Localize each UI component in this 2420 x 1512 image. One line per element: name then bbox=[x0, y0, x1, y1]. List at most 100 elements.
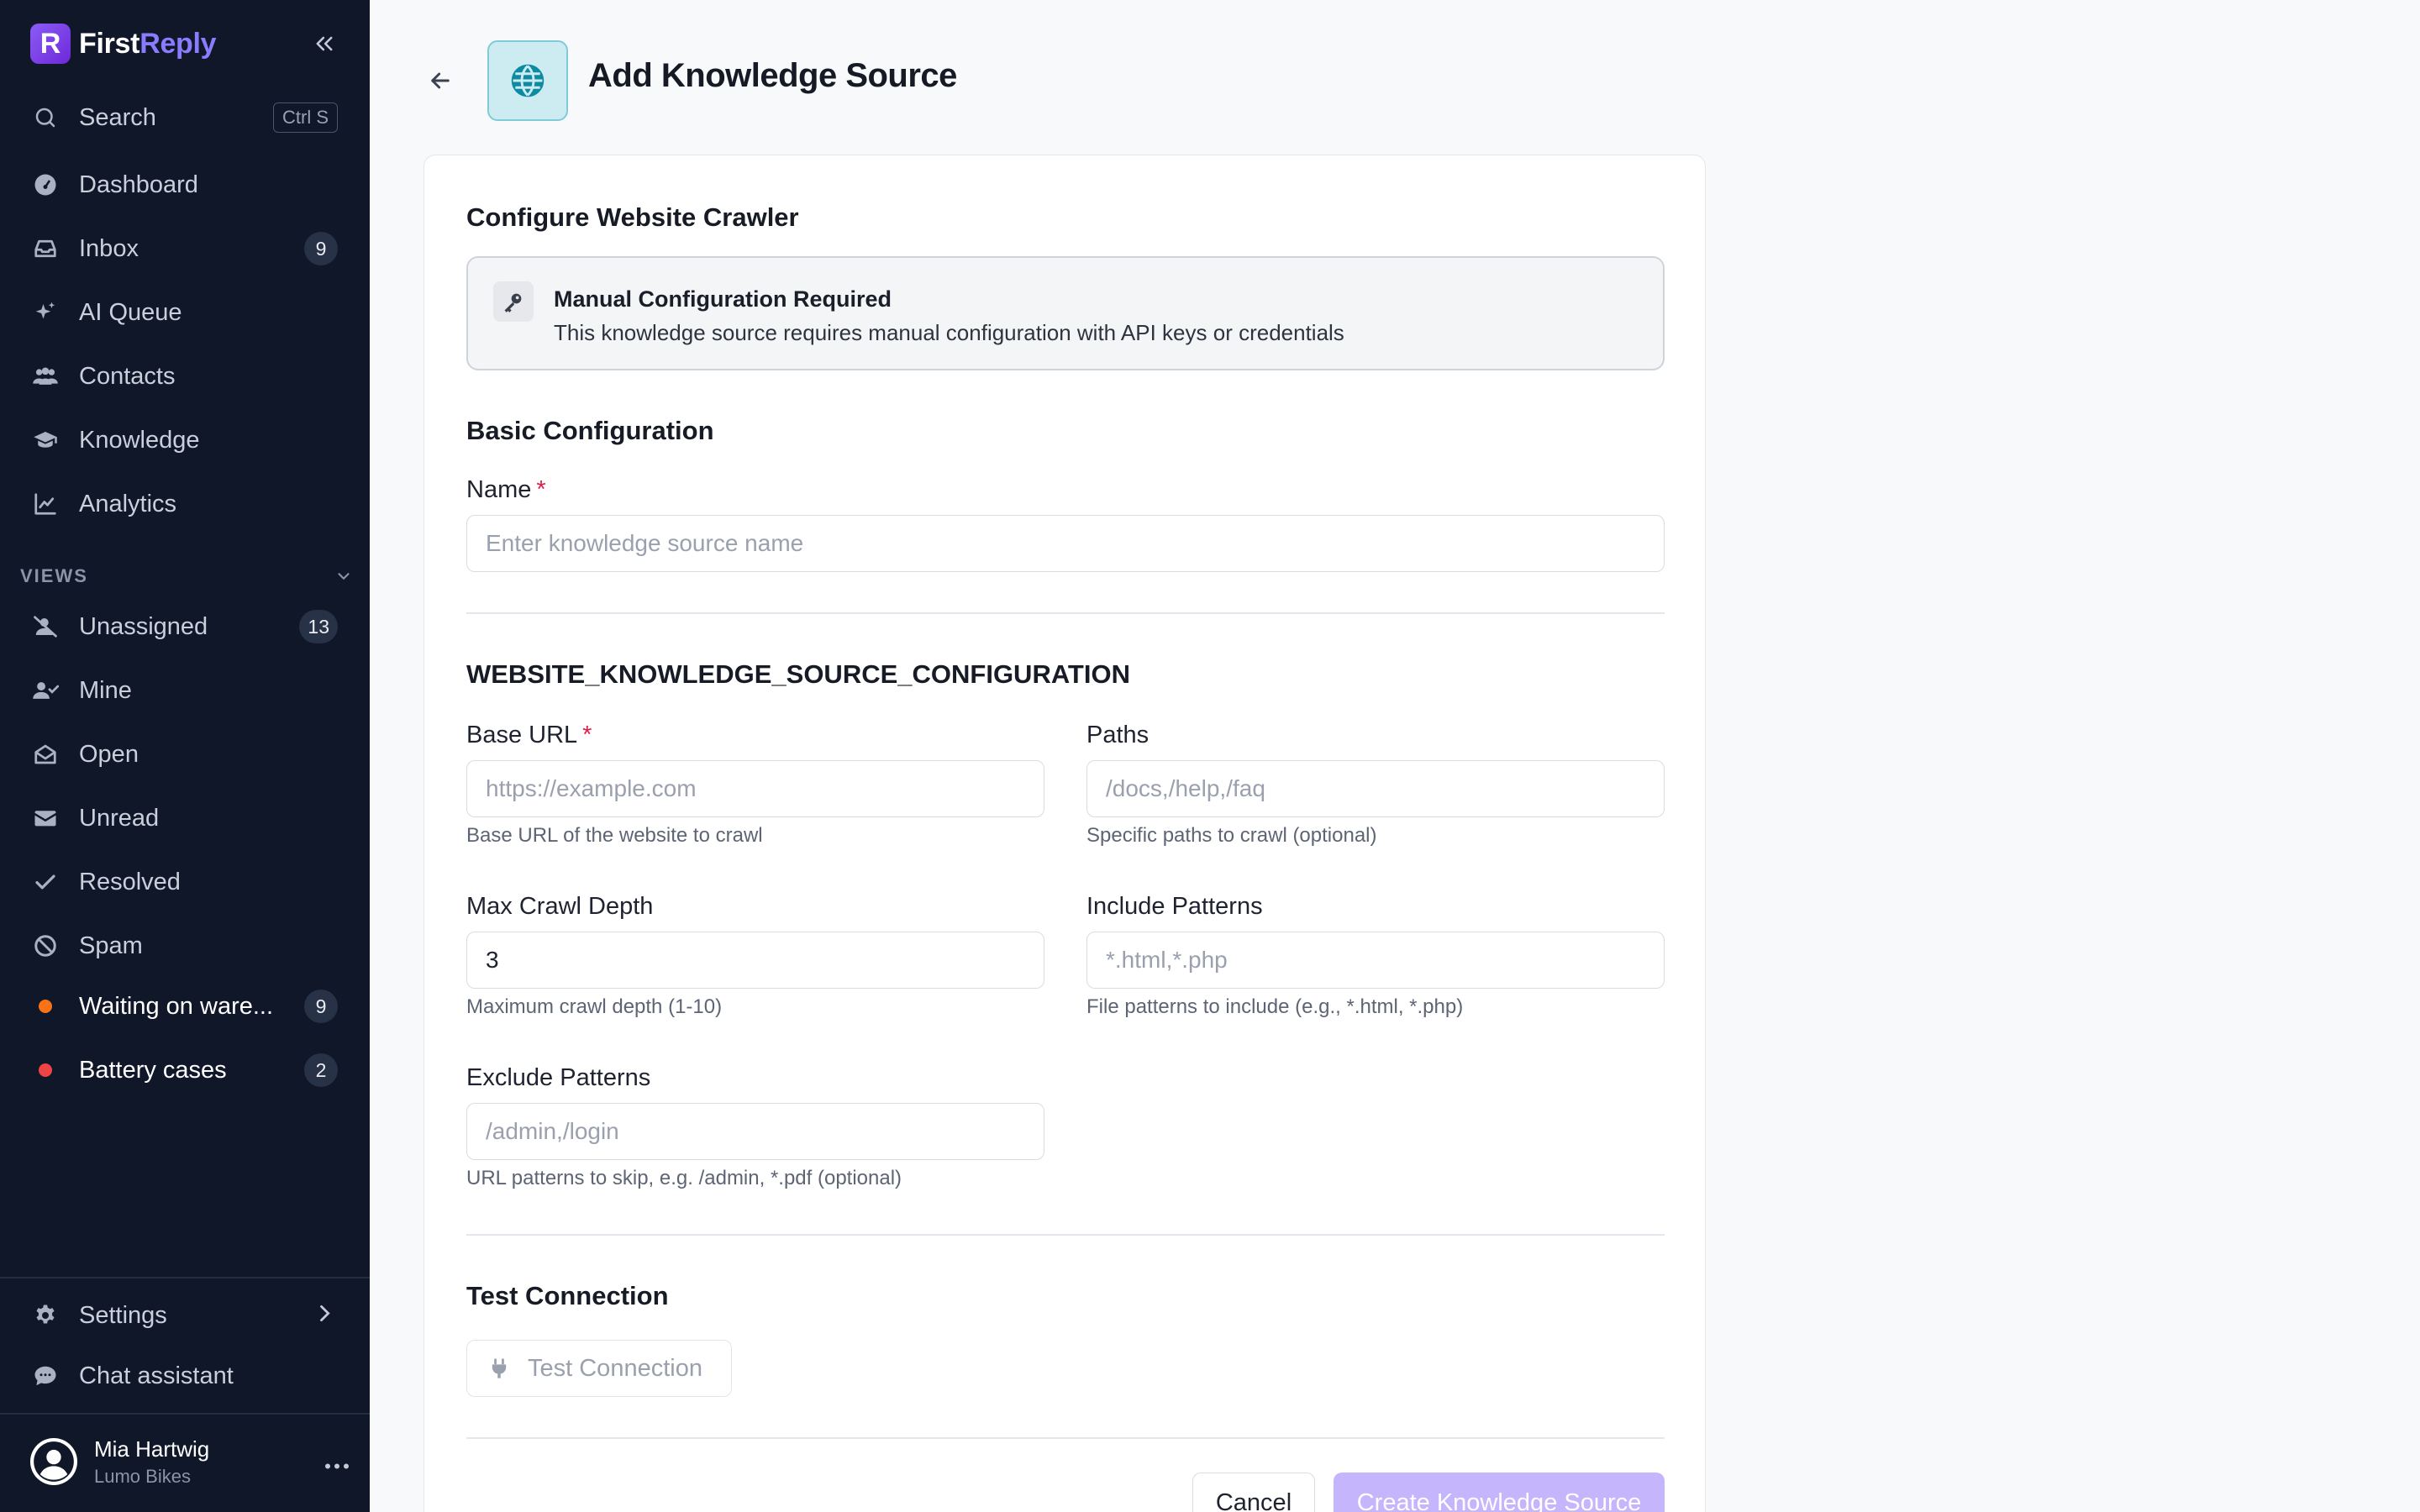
collapse-sidebar-button[interactable] bbox=[306, 25, 343, 62]
sidebar-item-knowledge[interactable]: Knowledge bbox=[17, 413, 353, 467]
sidebar-item-label: Unread bbox=[79, 804, 160, 832]
max-depth-help: Maximum crawl depth (1-10) bbox=[466, 995, 723, 1018]
exclude-patterns-help: URL patterns to skip, e.g. /admin, *.pdf… bbox=[466, 1167, 902, 1189]
paths-input[interactable] bbox=[1086, 760, 1665, 817]
include-patterns-help: File patterns to include (e.g., *.html, … bbox=[1086, 995, 1464, 1018]
brand-mark: R bbox=[30, 24, 71, 64]
chart-line-icon bbox=[30, 489, 60, 519]
brand-name-second: Reply bbox=[139, 27, 217, 60]
sidebar-item-label: Dashboard bbox=[79, 171, 198, 198]
sidebar-item-label: Open bbox=[79, 740, 139, 768]
sidebar-item-inbox[interactable]: Inbox 9 bbox=[17, 222, 353, 276]
sidebar-divider bbox=[0, 1277, 370, 1278]
sidebar-divider bbox=[0, 1413, 370, 1415]
user-profile[interactable]: Mia Hartwig Lumo Bikes bbox=[30, 1435, 350, 1488]
user-org: Lumo Bikes bbox=[94, 1465, 191, 1487]
section-divider bbox=[466, 1234, 1665, 1236]
sidebar-item-analytics[interactable]: Analytics bbox=[17, 477, 353, 531]
sidebar-item-spam[interactable]: Spam bbox=[17, 919, 353, 973]
source-type-badge bbox=[487, 40, 568, 121]
required-marker: * bbox=[582, 722, 592, 748]
name-label-text: Name bbox=[466, 476, 532, 503]
sidebar-search[interactable]: Search Ctrl S bbox=[17, 91, 353, 144]
views-section-header[interactable]: VIEWS bbox=[20, 561, 353, 591]
envelope-icon bbox=[30, 803, 60, 833]
unassigned-count-badge: 13 bbox=[299, 610, 338, 643]
views-title: VIEWS bbox=[20, 565, 88, 586]
chevron-down-icon bbox=[338, 573, 350, 580]
sidebar-item-dashboard[interactable]: Dashboard bbox=[17, 158, 353, 212]
view-color-dot bbox=[39, 1063, 52, 1077]
sidebar-item-unread[interactable]: Unread bbox=[17, 791, 353, 845]
knowledge-source-form: Configure Website Crawler Manual Configu… bbox=[424, 155, 1706, 1512]
base-url-help: Base URL of the website to crawl bbox=[466, 824, 763, 847]
section-divider bbox=[466, 612, 1665, 614]
page-title: Add Knowledge Source bbox=[588, 57, 957, 94]
sidebar-item-ai-queue[interactable]: AI Queue bbox=[17, 286, 353, 339]
include-patterns-label: Include Patterns bbox=[1086, 893, 1263, 920]
graduation-cap-icon bbox=[30, 425, 60, 455]
test-connection-button[interactable]: Test Connection bbox=[466, 1340, 732, 1397]
waiting-count-badge: 9 bbox=[304, 990, 338, 1023]
exclude-patterns-input[interactable] bbox=[466, 1103, 1044, 1160]
sidebar-item-label: Mine bbox=[79, 676, 132, 704]
create-knowledge-source-button[interactable]: Create Knowledge Source bbox=[1334, 1473, 1665, 1512]
max-depth-input[interactable] bbox=[466, 932, 1044, 989]
sidebar-item-settings[interactable]: Settings bbox=[17, 1289, 353, 1342]
sidebar-item-label: Battery cases bbox=[79, 1056, 227, 1084]
users-icon bbox=[30, 361, 60, 391]
sidebar-item-mine[interactable]: Mine bbox=[17, 664, 353, 717]
globe-icon bbox=[511, 64, 544, 97]
form-section-title: Configure Website Crawler bbox=[466, 202, 799, 232]
inbox-count-badge: 9 bbox=[304, 232, 338, 265]
view-color-dot bbox=[39, 1000, 52, 1013]
sidebar-item-chat-assistant[interactable]: Chat assistant bbox=[17, 1349, 353, 1403]
chat-bubble-icon bbox=[30, 1361, 60, 1391]
sidebar-item-label: Inbox bbox=[79, 234, 139, 262]
back-button[interactable] bbox=[422, 62, 459, 99]
chevrons-left-icon bbox=[316, 36, 333, 51]
sidebar-item-label: Spam bbox=[79, 932, 143, 959]
sidebar-item-waiting-on-warehouse[interactable]: Waiting on ware... 9 bbox=[17, 979, 353, 1033]
dashboard-icon bbox=[30, 170, 60, 200]
sidebar-item-label: Knowledge bbox=[79, 426, 200, 454]
test-connection-title: Test Connection bbox=[466, 1281, 669, 1310]
ban-icon bbox=[30, 931, 60, 961]
user-name: Mia Hartwig bbox=[94, 1436, 210, 1462]
base-url-input[interactable] bbox=[466, 760, 1044, 817]
sidebar-item-resolved[interactable]: Resolved bbox=[17, 855, 353, 909]
brand-name: FirstReply bbox=[79, 27, 217, 60]
sidebar-item-label: Contacts bbox=[79, 362, 176, 390]
name-input[interactable] bbox=[466, 515, 1665, 572]
sidebar-item-battery-cases[interactable]: Battery cases 2 bbox=[17, 1043, 353, 1097]
inbox-icon bbox=[30, 234, 60, 264]
user-slash-icon bbox=[30, 612, 60, 642]
sparkles-icon bbox=[30, 297, 60, 328]
sidebar: R FirstReply Search Ctrl S Dashboard Inb… bbox=[0, 0, 370, 1512]
sidebar-item-label: Resolved bbox=[79, 868, 181, 895]
sidebar-item-open[interactable]: Open bbox=[17, 727, 353, 781]
include-patterns-input[interactable] bbox=[1086, 932, 1665, 989]
envelope-open-icon bbox=[30, 739, 60, 769]
sidebar-item-unassigned[interactable]: Unassigned 13 bbox=[17, 600, 353, 654]
website-config-title: WEBSITE_KNOWLEDGE_SOURCE_CONFIGURATION bbox=[466, 659, 1130, 689]
sidebar-item-label: Unassigned bbox=[79, 612, 208, 640]
sidebar-search-label: Search bbox=[79, 103, 156, 131]
max-depth-label: Max Crawl Depth bbox=[466, 893, 654, 920]
brand-logo[interactable]: R FirstReply bbox=[30, 24, 217, 64]
user-menu-button[interactable] bbox=[324, 1446, 350, 1478]
sidebar-item-label: Analytics bbox=[79, 490, 177, 517]
search-shortcut: Ctrl S bbox=[273, 102, 338, 133]
exclude-patterns-label: Exclude Patterns bbox=[466, 1064, 651, 1091]
name-label: Name * bbox=[466, 476, 546, 504]
avatar bbox=[30, 1438, 77, 1485]
key-icon bbox=[493, 281, 534, 322]
arrow-left-icon bbox=[431, 72, 450, 89]
check-icon bbox=[30, 867, 60, 897]
sidebar-item-label: AI Queue bbox=[79, 298, 182, 326]
sidebar-item-contacts[interactable]: Contacts bbox=[17, 349, 353, 403]
cancel-button[interactable]: Cancel bbox=[1192, 1473, 1315, 1512]
basic-config-title: Basic Configuration bbox=[466, 416, 714, 445]
more-horizontal-icon bbox=[325, 1463, 349, 1469]
sidebar-item-label: Waiting on ware... bbox=[79, 992, 274, 1020]
